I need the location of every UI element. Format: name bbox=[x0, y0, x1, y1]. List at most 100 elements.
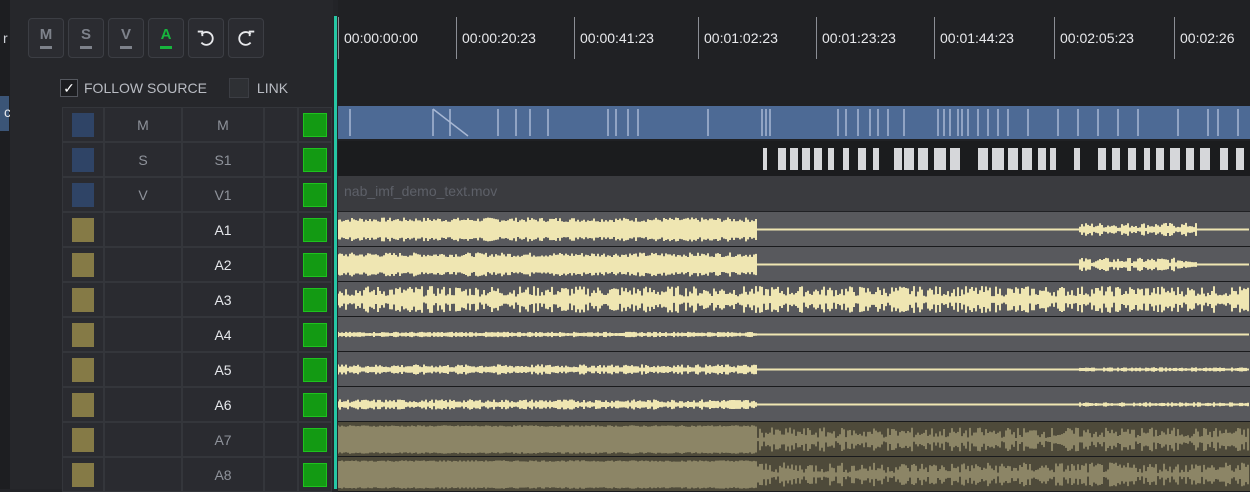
track-header-panel: M S V A ✓ FOLLOW SOURCE LINK M M S S1 V V1 A1 A… bbox=[10, 0, 333, 492]
source-track-cell[interactable]: M bbox=[104, 107, 182, 142]
track-enabled-indicator[interactable] bbox=[303, 217, 327, 242]
destination-track-cell[interactable]: A1 bbox=[182, 212, 264, 247]
destination-track-cell[interactable]: A6 bbox=[182, 387, 264, 422]
track-enabled-indicator[interactable] bbox=[303, 252, 327, 277]
audio-clip-lane[interactable] bbox=[338, 212, 1250, 247]
audio-clip-lane[interactable] bbox=[338, 282, 1250, 317]
source-track-cell[interactable] bbox=[104, 387, 182, 422]
audio-clip-lane[interactable] bbox=[338, 247, 1250, 282]
ruler-timecode: 00:00:41:23 bbox=[574, 17, 698, 59]
track-lock-cell[interactable] bbox=[264, 352, 298, 387]
destination-track-cell[interactable]: A4 bbox=[182, 317, 264, 352]
track-color-cell[interactable] bbox=[62, 282, 104, 317]
audio-clip-lane[interactable] bbox=[338, 352, 1250, 387]
timeline-area[interactable]: 00:00:00:00 00:00:20:23 00:00:41:23 00:0… bbox=[338, 0, 1250, 492]
track-monitor-cell[interactable] bbox=[298, 422, 332, 457]
source-track-cell[interactable] bbox=[104, 247, 182, 282]
track-color-cell[interactable] bbox=[62, 212, 104, 247]
source-track-cell[interactable] bbox=[104, 282, 182, 317]
subtitle-lane[interactable] bbox=[338, 141, 1250, 176]
source-track-cell[interactable] bbox=[104, 422, 182, 457]
destination-track-label: A1 bbox=[214, 221, 232, 238]
track-lock-cell[interactable] bbox=[264, 247, 298, 282]
source-track-cell[interactable]: S bbox=[104, 142, 182, 177]
track-color-cell[interactable] bbox=[62, 247, 104, 282]
track-lock-cell[interactable] bbox=[264, 387, 298, 422]
track-color-swatch bbox=[72, 217, 94, 242]
track-monitor-cell[interactable] bbox=[298, 282, 332, 317]
source-track-cell[interactable] bbox=[104, 317, 182, 352]
track-enabled-indicator[interactable] bbox=[303, 392, 327, 417]
track-enabled-indicator[interactable] bbox=[303, 357, 327, 382]
track-color-swatch bbox=[72, 322, 94, 347]
track-lock-cell[interactable] bbox=[264, 212, 298, 247]
track-enabled-indicator[interactable] bbox=[303, 112, 327, 137]
toggle-subtitles-button[interactable]: S bbox=[68, 18, 104, 58]
destination-track-cell[interactable]: A3 bbox=[182, 282, 264, 317]
destination-track-cell[interactable]: M bbox=[182, 107, 264, 142]
track-enabled-indicator[interactable] bbox=[303, 182, 327, 207]
track-lock-cell[interactable] bbox=[264, 317, 298, 352]
destination-track-cell[interactable]: A8 bbox=[182, 457, 264, 492]
destination-track-cell[interactable]: A7 bbox=[182, 422, 264, 457]
source-track-cell[interactable]: V bbox=[104, 177, 182, 212]
redo-button[interactable] bbox=[228, 18, 264, 58]
track-enabled-indicator[interactable] bbox=[303, 322, 327, 347]
track-color-cell[interactable] bbox=[62, 352, 104, 387]
track-color-cell[interactable] bbox=[62, 177, 104, 212]
audio-clip-lane[interactable] bbox=[338, 317, 1250, 352]
track-lock-cell[interactable] bbox=[264, 107, 298, 142]
track-monitor-cell[interactable] bbox=[298, 457, 332, 492]
track-header-row: A7 bbox=[62, 422, 332, 457]
toggle-audio-button[interactable]: A bbox=[148, 18, 184, 58]
toggle-video-button[interactable]: V bbox=[108, 18, 144, 58]
playhead[interactable] bbox=[334, 16, 337, 489]
undo-button[interactable] bbox=[188, 18, 224, 58]
track-color-cell[interactable] bbox=[62, 387, 104, 422]
source-track-cell[interactable] bbox=[104, 352, 182, 387]
track-color-swatch bbox=[72, 427, 94, 452]
marker-lane[interactable] bbox=[338, 106, 1250, 141]
audio-clip-lane[interactable] bbox=[338, 422, 1250, 457]
track-enabled-indicator[interactable] bbox=[303, 287, 327, 312]
source-track-cell[interactable] bbox=[104, 212, 182, 247]
track-monitor-cell[interactable] bbox=[298, 177, 332, 212]
link-checkbox[interactable] bbox=[228, 78, 249, 98]
track-monitor-cell[interactable] bbox=[298, 317, 332, 352]
track-color-cell[interactable] bbox=[62, 317, 104, 352]
track-color-cell[interactable] bbox=[62, 107, 104, 142]
video-clip[interactable]: nab_imf_demo_text.mov bbox=[338, 176, 1250, 211]
destination-track-cell[interactable]: A5 bbox=[182, 352, 264, 387]
track-enabled-indicator[interactable] bbox=[303, 427, 327, 452]
destination-track-label: A5 bbox=[214, 361, 232, 378]
track-monitor-cell[interactable] bbox=[298, 387, 332, 422]
audio-clip-lane[interactable] bbox=[338, 387, 1250, 422]
track-enabled-indicator[interactable] bbox=[303, 462, 327, 487]
track-monitor-cell[interactable] bbox=[298, 247, 332, 282]
toggle-markers-button[interactable]: M bbox=[28, 18, 64, 58]
track-lock-cell[interactable] bbox=[264, 457, 298, 492]
track-lock-cell[interactable] bbox=[264, 142, 298, 177]
track-toolbar: M S V A bbox=[28, 18, 264, 58]
track-color-cell[interactable] bbox=[62, 142, 104, 177]
destination-track-cell[interactable]: S1 bbox=[182, 142, 264, 177]
track-monitor-cell[interactable] bbox=[298, 352, 332, 387]
track-lock-cell[interactable] bbox=[264, 422, 298, 457]
track-monitor-cell[interactable] bbox=[298, 107, 332, 142]
track-color-cell[interactable] bbox=[62, 457, 104, 492]
track-monitor-cell[interactable] bbox=[298, 142, 332, 177]
source-track-cell[interactable] bbox=[104, 457, 182, 492]
track-monitor-cell[interactable] bbox=[298, 212, 332, 247]
track-color-cell[interactable] bbox=[62, 422, 104, 457]
destination-track-cell[interactable]: A2 bbox=[182, 247, 264, 282]
destination-track-cell[interactable]: V1 bbox=[182, 177, 264, 212]
track-enabled-indicator[interactable] bbox=[303, 147, 327, 172]
timecode-ruler[interactable]: 00:00:00:00 00:00:20:23 00:00:41:23 00:0… bbox=[338, 17, 1250, 59]
track-lock-cell[interactable] bbox=[264, 282, 298, 317]
ruler-timecode: 00:00:00:00 bbox=[338, 17, 456, 59]
follow-source-checkbox[interactable]: ✓ bbox=[60, 79, 78, 97]
track-lock-cell[interactable] bbox=[264, 177, 298, 212]
audio-letter: A bbox=[160, 26, 172, 43]
audio-clip-lane[interactable] bbox=[338, 457, 1250, 492]
track-header-row: V V1 bbox=[62, 177, 332, 212]
